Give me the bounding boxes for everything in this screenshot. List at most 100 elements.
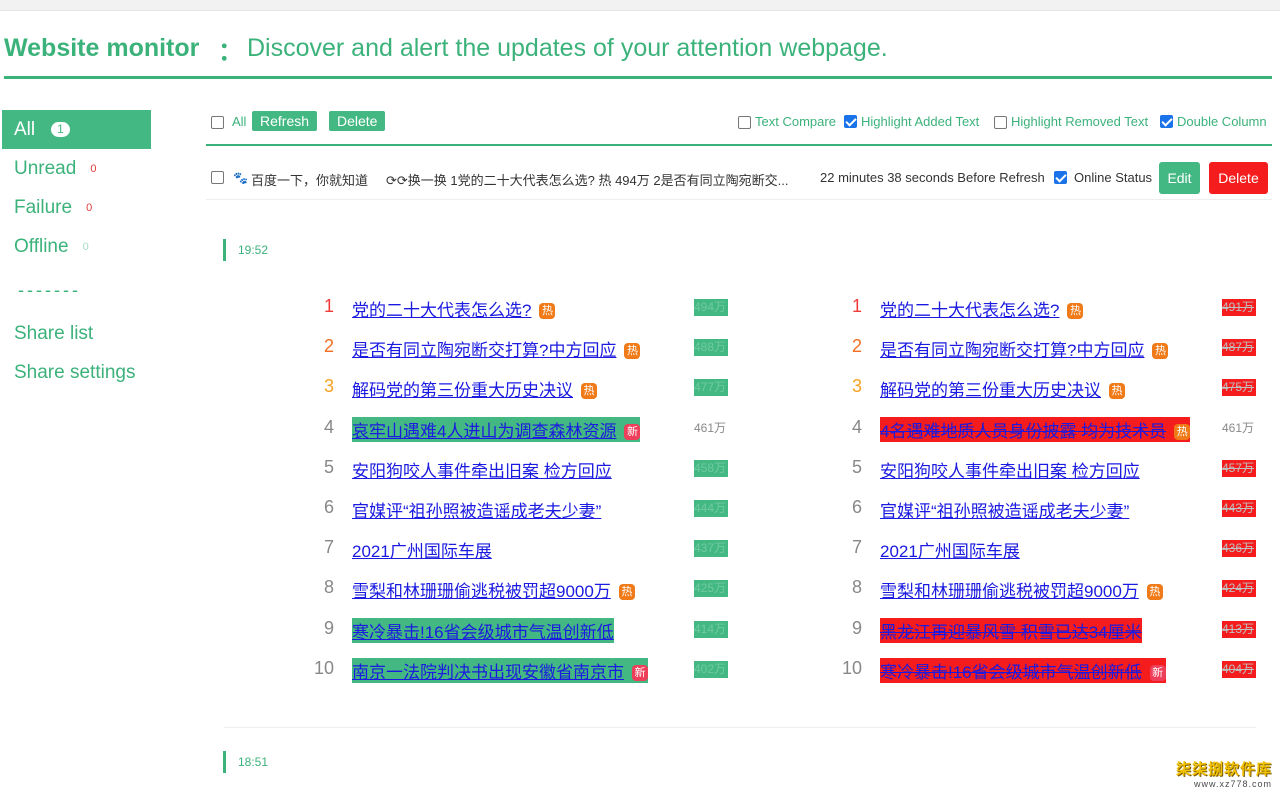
heat-value: 413万	[1222, 620, 1256, 638]
hot-topic-link[interactable]: 安阳狗咬人事件牵出旧案 检方回应	[352, 457, 612, 482]
hot-badge: 热	[1067, 303, 1084, 319]
rank-number: 9	[851, 617, 862, 638]
hot-topic-link[interactable]: 寒冷暴击!16省会级城市气温创新低	[352, 617, 614, 643]
hot-topic-link[interactable]: 是否有同立陶宛断交打算?中方回应热	[352, 336, 641, 361]
hot-badge: 热	[624, 343, 641, 360]
highlight-removed-checkbox[interactable]	[994, 116, 1007, 129]
item-select-checkbox[interactable]	[211, 171, 224, 184]
hot-topic-link[interactable]: 寒冷暴击!16省会级城市气温创新低新	[880, 657, 1166, 683]
hot-topic-link[interactable]: 党的二十大代表怎么选? 热	[880, 296, 1084, 321]
hot-topic-title: 寒冷暴击!16省会级城市气温创新低	[352, 622, 614, 642]
refresh-countdown: 22 minutes 38 seconds Before Refresh	[820, 170, 1045, 185]
rank-number: 5	[851, 456, 862, 477]
rank-number: 2	[323, 336, 334, 357]
hot-topic-title: 解码党的第三份重大历史决议	[352, 381, 573, 401]
rank-number: 8	[851, 577, 862, 598]
rank-number: 5	[323, 456, 334, 477]
site-name[interactable]: 百度一下，你就知道	[251, 170, 368, 189]
sidebar-item-share-settings[interactable]: Share settings	[0, 353, 152, 392]
count-badge: 1	[51, 122, 70, 137]
hot-topic-link[interactable]: 雪梨和林珊珊偷逃税被罚超9000万热	[352, 577, 635, 602]
hot-topic-link[interactable]: 南京一法院判决书出现安徽省南京市新	[352, 657, 648, 683]
refresh-button[interactable]: Refresh	[252, 111, 318, 131]
hot-topic-link[interactable]: 哀牢山遇难4人进山为调查森林资源新	[352, 416, 641, 442]
online-status-label: Online Status	[1074, 170, 1153, 185]
hot-topic-link[interactable]: 是否有同立陶宛断交打算?中方回应热	[880, 336, 1169, 361]
double-column-label: Double Column	[1177, 114, 1267, 129]
heat-value: 424万	[1222, 580, 1256, 598]
hot-topic-link[interactable]: 解码党的第三份重大历史决议热	[352, 376, 597, 401]
sidebar-item-label: Share settings	[14, 361, 136, 383]
hot-topic-link[interactable]: 安阳狗咬人事件牵出旧案 检方回应	[880, 457, 1140, 482]
sidebar-item-unread[interactable]: Unread 0	[0, 149, 152, 188]
sidebar-item-failure[interactable]: Failure 0	[0, 188, 152, 227]
edit-button[interactable]: Edit	[1159, 162, 1200, 194]
sidebar-item-share-list[interactable]: Share list	[0, 314, 152, 353]
hot-topic-link[interactable]: 党的二十大代表怎么选? 热	[352, 296, 556, 321]
hot-topic-title: 官媒评“祖孙照被造谣成老夫少妻”	[352, 501, 602, 521]
highlight-added-checkbox[interactable]	[844, 115, 857, 128]
rank-number: 3	[851, 376, 862, 397]
heat-value: 404万	[1222, 660, 1256, 678]
select-all-checkbox[interactable]	[211, 116, 224, 129]
rank-number: 6	[851, 496, 862, 517]
sidebar-item-label: Unread	[14, 157, 77, 179]
rank-number: 7	[323, 537, 334, 558]
sidebar-item-offline[interactable]: Offline 0	[0, 227, 152, 266]
hot-topic-link[interactable]: 2021广州国际车展	[352, 537, 492, 562]
rank-number: 6	[323, 496, 334, 517]
sidebar-separator: -------	[18, 279, 81, 300]
hot-topic-link[interactable]: 4名遇难地质人员身份披露 均为技术员热	[880, 416, 1191, 442]
hot-badge: 热	[618, 584, 635, 601]
rank-number: 10	[841, 657, 862, 678]
toolbar: All Refresh Delete Text Compare Highligh…	[206, 110, 1272, 146]
rank-number: 1	[323, 296, 334, 316]
hot-topic-link[interactable]: 解码党的第三份重大历史决议热	[880, 376, 1125, 401]
rank-number: 8	[323, 577, 334, 598]
hot-topic-title: 2021广州国际车展	[880, 542, 1020, 562]
hot-topic-title: 4名遇难地质人员身份披露 均为技术员	[880, 421, 1167, 441]
hot-topic-title: 党的二十大代表怎么选?	[352, 301, 532, 320]
browser-top-strip	[0, 0, 1280, 11]
hot-topic-title: 南京一法院判决书出现安徽省南京市	[352, 662, 624, 682]
watermark-text: 柒柒捌软件库	[1175, 761, 1272, 778]
heat-value: 414万	[694, 620, 728, 638]
title-separator: ：	[218, 38, 244, 66]
hot-topic-title: 黑龙江再迎暴风雪 积雪已达34厘米	[880, 622, 1142, 642]
heat-value: 461万	[1222, 420, 1255, 435]
delete-selected-button[interactable]: Delete	[329, 111, 386, 131]
hot-topic-link[interactable]: 2021广州国际车展	[880, 537, 1020, 562]
double-column-checkbox[interactable]	[1160, 115, 1173, 128]
hot-topic-link[interactable]: 官媒评“祖孙照被造谣成老夫少妻”	[352, 497, 601, 522]
monitored-item-row: 🐾 百度一下，你就知道 ⟳⟳换一换 1党的二十大代表怎么选? 热 494万 2是…	[206, 158, 1272, 200]
heat-value: 436万	[1222, 540, 1256, 558]
hot-topic-link[interactable]: 黑龙江再迎暴风雪 积雪已达34厘米	[880, 617, 1142, 643]
hot-topic-link[interactable]: 雪梨和林珊珊偷逃税被罚超9000万热	[880, 577, 1163, 602]
count-badge: 0	[82, 240, 89, 253]
sidebar-item-label: Share list	[14, 322, 94, 344]
online-status-checkbox[interactable]	[1054, 171, 1067, 184]
hot-topic-title: 雪梨和林珊珊偷逃税被罚超9000万	[352, 582, 611, 602]
hot-topic-title: 解码党的第三份重大历史决议	[880, 381, 1101, 401]
snapshot-divider	[224, 727, 1256, 728]
watermark-url: www.xz778.com	[1193, 779, 1272, 789]
hot-topic-link[interactable]: 官媒评“祖孙照被造谣成老夫少妻”	[880, 497, 1129, 522]
count-badge: 0	[90, 162, 97, 175]
delete-button[interactable]: Delete	[1209, 162, 1268, 194]
count-badge: 0	[86, 201, 93, 214]
hot-badge: 热	[1174, 423, 1191, 440]
sidebar: All 1 Unread 0 Failure 0 Offline 0 -----…	[0, 110, 152, 392]
baidu-paw-icon: 🐾	[233, 171, 248, 185]
hot-topic-title: 官媒评“祖孙照被造谣成老夫少妻”	[880, 501, 1130, 521]
sidebar-item-all[interactable]: All 1	[2, 110, 151, 149]
rank-number: 2	[851, 336, 862, 357]
heat-value: 425万	[694, 580, 728, 598]
text-compare-label: Text Compare	[755, 114, 836, 129]
hot-topic-title: 安阳狗咬人事件牵出旧案 检方回应	[352, 461, 612, 481]
rank-number: 9	[323, 617, 334, 638]
snapshot-marker	[223, 239, 226, 261]
sidebar-item-label: Failure	[14, 196, 73, 218]
app-description: Discover and alert the updates of your a…	[247, 34, 888, 62]
text-compare-checkbox[interactable]	[738, 116, 751, 129]
sidebar-item-label: All	[14, 118, 36, 140]
